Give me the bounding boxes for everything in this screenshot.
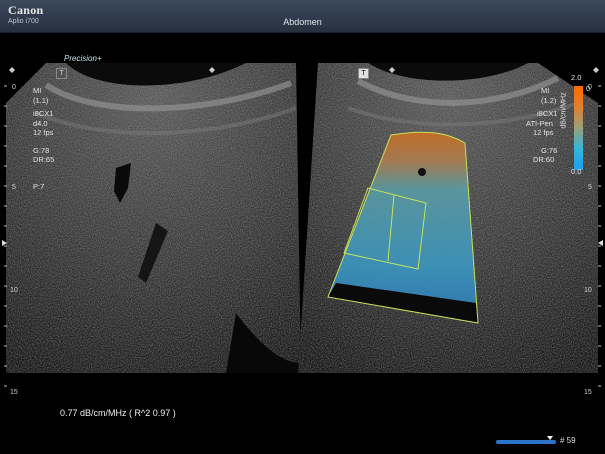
brand-logo: Canon xyxy=(8,3,44,17)
exam-preset[interactable]: Abdomen xyxy=(0,17,605,27)
cine-position-marker[interactable] xyxy=(547,436,553,440)
cine-progress[interactable] xyxy=(496,440,556,444)
cine-scrollbar[interactable] xyxy=(496,436,556,445)
focus-marker-right[interactable] xyxy=(598,240,603,246)
focus-marker-left[interactable] xyxy=(2,240,7,246)
frame-number: # 59 xyxy=(560,436,576,445)
top-corner-markers xyxy=(9,67,599,73)
attenuation-measurement: 0.77 dB/cm/MHz ( R^2 0.97 ) xyxy=(60,408,176,418)
depth-scale-ticks xyxy=(2,85,603,387)
header-bar: Canon Aplio i700 Abdomen xyxy=(0,0,605,33)
